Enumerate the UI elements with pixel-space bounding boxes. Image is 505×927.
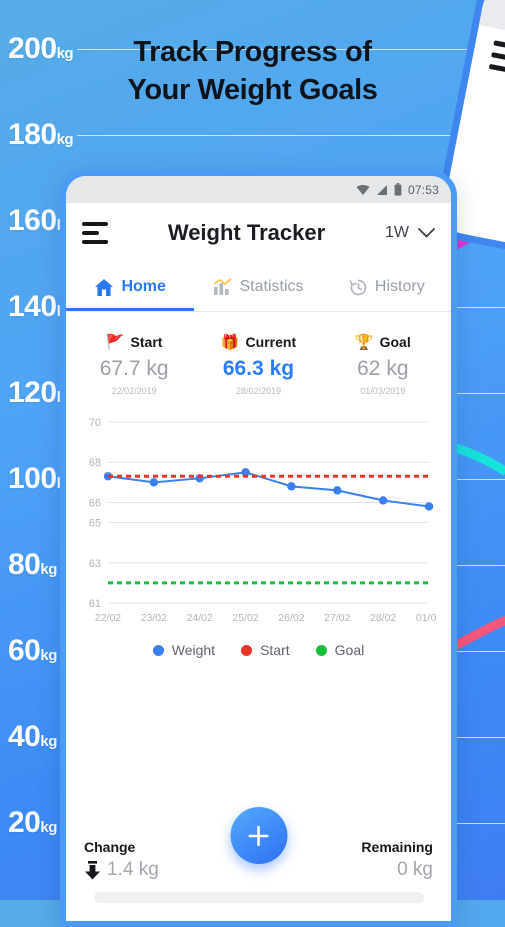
headline-line-1: Track Progress of [133,36,372,68]
stat-card-current-label: Current [245,334,297,350]
chart-y-tick-label: 63 [89,558,101,570]
scale-mark-label: 60kg [8,634,57,667]
remaining-value-row: 0 kg [259,859,433,881]
tab-home[interactable]: Home [66,263,194,311]
range-selector[interactable]: 1W [385,224,435,242]
stat-card-current: 🎁 Current 66.3 kg 28/02/2019 [196,334,320,396]
legend-label: Weight [171,642,216,658]
chart-x-tick-label: 22/02 [95,612,121,624]
bottom-scroll-handle[interactable] [93,892,424,903]
chart-data-point[interactable] [149,478,159,487]
stat-card-goal-label: Goal [379,334,411,350]
stat-card-current-value: 66.3 kg [222,357,295,380]
stat-card-goal-header: 🏆 Goal [321,334,445,350]
stat-card-current-header: 🎁 Current [196,334,320,350]
chart-x-tick-label: 27/02 [324,612,350,624]
stat-card-goal: 🏆 Goal 62 kg 01/03/2019 [321,334,445,396]
chart-y-tick-label: 68 [89,457,101,469]
scale-mark-line [77,134,505,136]
chevron-down-icon [418,228,435,238]
stat-card-start-value: 67.7 kg [99,357,169,380]
chart-y-tick-label: 70 [89,417,101,429]
home-icon [95,278,114,296]
app-bar: Weight Tracker 1W [66,203,451,263]
scale-mark-label: 180kg [8,118,74,151]
stat-card-goal-date: 01/03/2019 [360,386,406,396]
stat-card-goal-value: 62 kg [357,357,409,380]
chart-x-tick-label: 25/02 [232,612,258,624]
change-value: 1.4 kg [107,859,159,880]
stat-card-start-label: Start [130,334,163,350]
tab-statistics-label: Statistics [239,278,304,295]
stat-card-start-date: 22/02/2019 [111,386,157,396]
summary-stats: 🚩 Start 67.7 kg 22/02/2019 🎁 Current 66.… [66,312,451,406]
bar-chart-icon [213,278,233,295]
chart-x-tick-label: 01/03 [416,612,437,624]
add-entry-button[interactable] [230,807,287,864]
trophy-icon: 🏆 [354,333,374,351]
scale-mark-label: 40kg [8,720,57,753]
chart-y-tick-label: 66 [89,497,101,509]
chart-y-tick-label: 65 [89,518,101,530]
signal-icon [376,184,387,195]
tab-statistics[interactable]: Statistics [194,263,322,311]
stat-card-start-header: 🚩 Start [72,334,196,350]
legend-color-dot [315,644,327,656]
bottom-bar: Change 1.4 kg Remaining 0 kg [66,807,451,921]
tab-history-label: History [374,278,425,295]
plus-icon [248,825,269,846]
stat-card-current-date: 28/02/2019 [235,386,282,396]
arrow-down-icon [85,860,100,879]
chart-x-tick-label: 23/02 [141,612,167,624]
scale-mark-label: 80kg [8,548,57,581]
change-value-row: 1.4 kg [84,859,259,881]
weight-chart[interactable]: 70 68 66 65 63 61 22/02 23/02 24/02 25/02 26/02 27/… [66,406,451,634]
chart-y-tick-label: 61 [89,598,101,610]
chart-data-point[interactable] [424,502,434,511]
scale-icon: 🎁 [220,333,240,351]
scale-mark-label: 20kg [8,806,57,839]
legend-color-dot [152,644,164,656]
chart-x-tick-label: 26/02 [278,612,304,624]
weight-chart-svg: 70 68 66 65 63 61 22/02 23/02 24/02 25/02 26/02 27/… [89,417,443,624]
phone-mockup: 07:53 Weight Tracker 1W Home Statistics … [60,170,457,927]
tab-history[interactable]: History [323,263,451,311]
status-bar-time: 07:53 [407,182,439,197]
chart-legend: Weight Start Goal [66,634,451,662]
legend-item-goal[interactable]: Goal [315,642,365,658]
legend-color-dot [241,644,253,656]
legend-item-weight[interactable]: Weight [152,642,216,658]
chart-data-point[interactable] [333,486,342,495]
tab-bar: Home Statistics History [66,263,451,311]
chart-data-point[interactable] [287,482,296,491]
wifi-icon [356,184,370,195]
tab-home-label: Home [121,278,166,295]
chart-data-point[interactable] [378,496,388,505]
hamburger-menu-icon[interactable] [82,222,108,244]
battery-icon [394,183,402,196]
promo-headline: Track Progress of Your Weight Goals [0,34,505,109]
legend-item-start[interactable]: Start [241,642,290,658]
chart-x-tick-label: 24/02 [187,612,213,624]
scale-mark: 180kg [0,118,505,152]
headline-line-2: Your Weight Goals [127,73,378,106]
status-bar: 07:53 [66,176,451,203]
stat-card-start: 🚩 Start 67.7 kg 22/02/2019 [72,334,196,396]
legend-label: Start [260,642,290,658]
range-selector-value: 1W [385,224,409,241]
remaining-value: 0 kg [397,859,433,880]
active-tab-indicator [66,308,195,311]
history-clock-icon [349,279,367,295]
flag-icon: 🚩 [105,333,125,351]
legend-label: Goal [334,642,365,658]
page-title: Weight Tracker [167,220,326,245]
chart-x-tick-label: 28/02 [370,612,396,624]
